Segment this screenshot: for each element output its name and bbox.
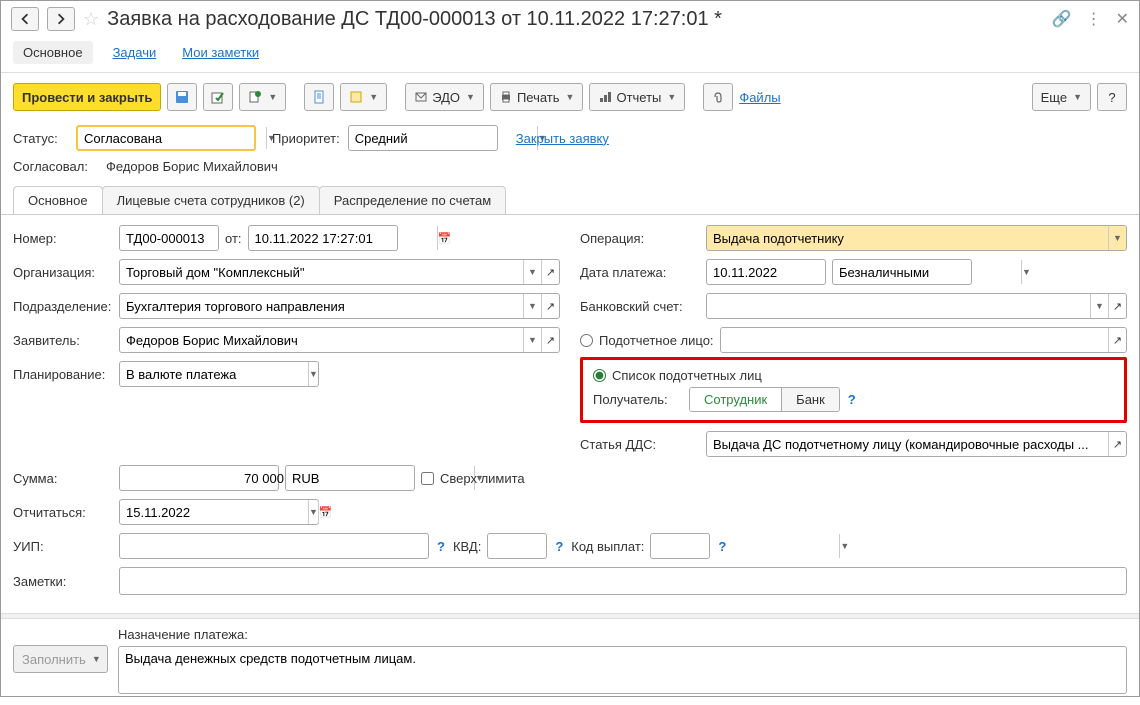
navtab-notes[interactable]: Мои заметки (176, 41, 265, 64)
operation-field[interactable]: ▼ (706, 225, 1127, 251)
planning-field[interactable]: ▼ (119, 361, 319, 387)
reports-button[interactable]: Отчеты▼ (589, 83, 685, 111)
date-field[interactable]: 📅 (248, 225, 398, 251)
applicant-field[interactable]: ▼↗ (119, 327, 560, 353)
edo-button[interactable]: ЭДО▼ (405, 83, 484, 111)
purpose-textarea[interactable] (118, 646, 1127, 694)
open-icon[interactable]: ↗ (1108, 294, 1126, 318)
org-label: Организация: (13, 265, 113, 280)
uip-field[interactable] (119, 533, 429, 559)
approved-value: Федоров Борис Михайлович (106, 159, 278, 174)
fill-button[interactable]: Заполнить▼ (13, 645, 108, 673)
favorite-star-icon[interactable]: ☆ (83, 9, 99, 30)
kvd-label: КВД: (453, 539, 481, 554)
dds-field[interactable]: ↗ (706, 431, 1127, 457)
notes-textarea[interactable] (119, 567, 1127, 595)
open-icon[interactable]: ↗ (541, 294, 559, 318)
status-input[interactable] (78, 127, 266, 149)
post-and-close-button[interactable]: Провести и закрыть (13, 83, 161, 111)
subtab-distribution[interactable]: Распределение по счетам (319, 186, 506, 214)
over-limit-checkbox[interactable] (421, 472, 434, 485)
subtab-employee-accounts[interactable]: Лицевые счета сотрудников (2) (102, 186, 320, 214)
approved-label: Согласовал: (13, 159, 98, 174)
sum-field[interactable]: ▦ (119, 465, 279, 491)
uip-label: УИП: (13, 539, 113, 554)
number-field[interactable] (119, 225, 219, 251)
navtab-tasks[interactable]: Задачи (107, 41, 163, 64)
over-limit-label: Сверх лимита (440, 471, 525, 486)
print-button[interactable]: Печать▼ (490, 83, 584, 111)
priority-input[interactable] (349, 126, 537, 150)
currency-field[interactable]: ▼ (285, 465, 415, 491)
help-button[interactable]: ? (1097, 83, 1127, 111)
recipient-toggle[interactable]: Сотрудник Банк (689, 387, 840, 412)
planning-label: Планирование: (13, 367, 113, 382)
accountable-person-radio[interactable] (580, 334, 593, 347)
nav-forward-button[interactable] (47, 7, 75, 31)
payment-date-label: Дата платежа: (580, 265, 700, 280)
accountable-person-field[interactable]: ↗ (720, 327, 1127, 353)
more-button[interactable]: Еще▼ (1032, 83, 1091, 111)
kvd-help-icon[interactable]: ? (555, 539, 563, 554)
open-icon[interactable]: ↗ (1108, 432, 1126, 456)
report-by-field[interactable]: ▼📅 (119, 499, 319, 525)
calendar-icon[interactable]: 📅 (437, 226, 452, 250)
navtab-main[interactable]: Основное (13, 41, 93, 64)
number-label: Номер: (13, 231, 113, 246)
close-request-link[interactable]: Закрыть заявку (516, 131, 609, 146)
toggle-bank[interactable]: Банк (781, 388, 839, 411)
close-icon[interactable]: ✕ (1116, 9, 1129, 29)
link-icon[interactable]: 🔗 (1052, 9, 1072, 29)
save-button[interactable] (167, 83, 197, 111)
structure-button[interactable]: ▼ (340, 83, 387, 111)
payment-method-field[interactable]: ▼ (832, 259, 972, 285)
payout-code-field[interactable]: ▼ (650, 533, 710, 559)
files-link[interactable]: Файлы (739, 90, 780, 105)
page-title: Заявка на расходование ДС ТД00-000013 от… (107, 8, 1044, 31)
notes-label: Заметки: (13, 574, 113, 589)
sum-label: Сумма: (13, 471, 113, 486)
kvd-field[interactable]: ▼ (487, 533, 547, 559)
accountable-list-label: Список подотчетных лиц (612, 368, 762, 383)
payment-date-field[interactable]: 📅 (706, 259, 826, 285)
uip-help-icon[interactable]: ? (437, 539, 445, 554)
status-combo[interactable]: ▼ (76, 125, 256, 151)
accountable-person-label: Подотчетное лицо: (599, 333, 714, 348)
dds-label: Статья ДДС: (580, 437, 700, 452)
payout-code-label: Код выплат: (571, 539, 644, 554)
purpose-label: Назначение платежа: (118, 627, 1127, 642)
priority-combo[interactable]: ▼ (348, 125, 498, 151)
open-icon[interactable]: ↗ (1108, 328, 1126, 352)
payout-code-help-icon[interactable]: ? (718, 539, 726, 554)
highlighted-recipient-area: Список подотчетных лиц Получатель: Сотру… (580, 357, 1127, 423)
subtab-main[interactable]: Основное (13, 186, 103, 214)
kebab-menu-icon[interactable]: ⋮ (1086, 9, 1102, 29)
priority-label: Приоритет: (272, 131, 340, 146)
report-by-label: Отчитаться: (13, 505, 113, 520)
nav-back-button[interactable] (11, 7, 39, 31)
org-field[interactable]: ▼↗ (119, 259, 560, 285)
attach-button[interactable] (703, 83, 733, 111)
toggle-employee[interactable]: Сотрудник (690, 388, 781, 411)
dept-label: Подразделение: (13, 299, 113, 314)
document-button[interactable] (304, 83, 334, 111)
applicant-label: Заявитель: (13, 333, 113, 348)
bank-account-field[interactable]: ▼↗ (706, 293, 1127, 319)
open-icon[interactable]: ↗ (541, 260, 559, 284)
accountable-list-radio[interactable] (593, 369, 606, 382)
dept-field[interactable]: ▼↗ (119, 293, 560, 319)
recipient-label: Получатель: (593, 392, 683, 407)
status-label: Статус: (13, 131, 68, 146)
bank-account-label: Банковский счет: (580, 299, 700, 314)
from-label: от: (225, 231, 242, 246)
calendar-icon[interactable]: 📅 (318, 500, 333, 524)
operation-label: Операция: (580, 231, 700, 246)
recipient-help-icon[interactable]: ? (848, 392, 856, 407)
open-icon[interactable]: ↗ (541, 328, 559, 352)
create-based-on-button[interactable]: ▼ (239, 83, 286, 111)
post-button[interactable] (203, 83, 233, 111)
